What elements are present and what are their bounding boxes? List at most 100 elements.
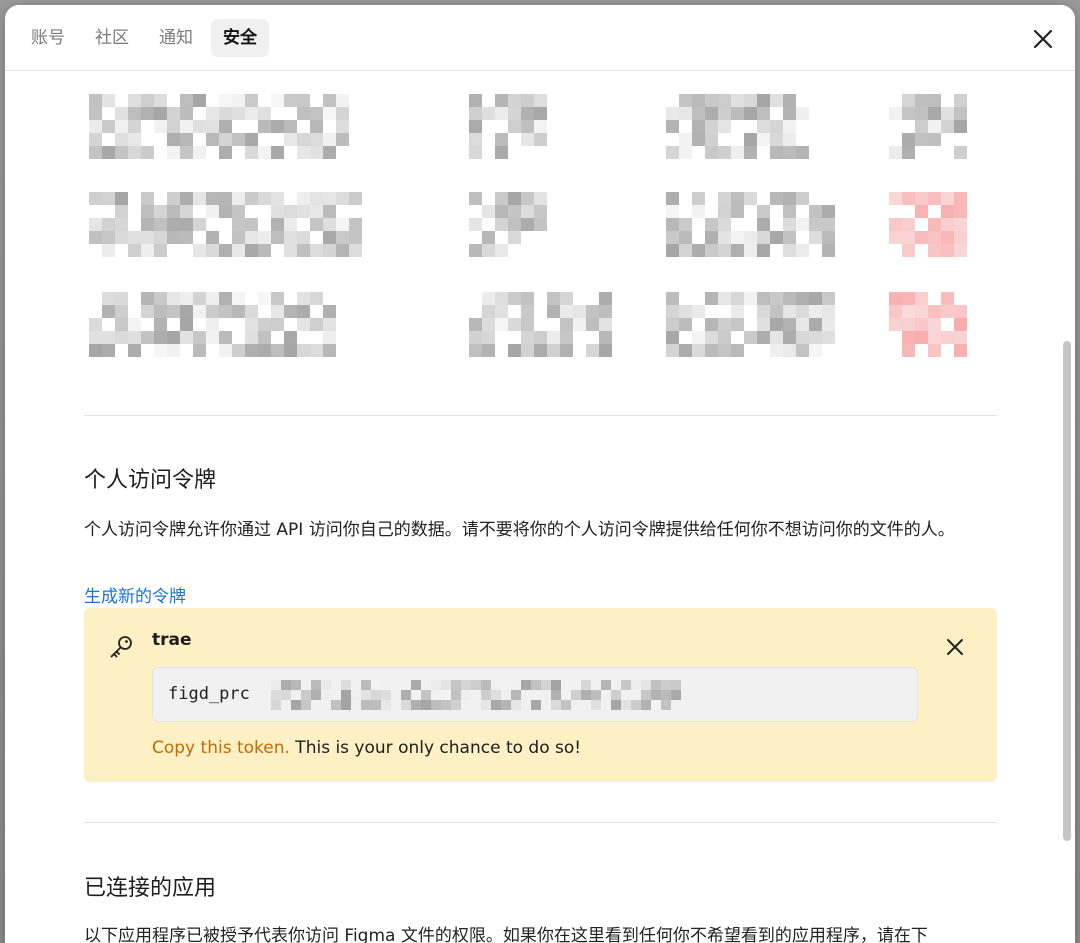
redaction-pixel: [941, 292, 954, 305]
redaction-pixel: [291, 680, 301, 690]
tab-security[interactable]: 安全: [211, 19, 269, 57]
redaction-pixel: [783, 292, 796, 305]
redaction-pixel: [167, 292, 180, 305]
redaction-pixel: [666, 292, 679, 305]
redaction-pixel: [731, 192, 744, 205]
redaction-pixel: [421, 700, 431, 710]
redaction-pixel: [941, 331, 954, 344]
redaction-pixel: [482, 205, 495, 218]
redaction-pixel: [481, 680, 491, 690]
redaction-pixel: [521, 305, 534, 318]
redaction-pixel: [102, 146, 115, 159]
redaction-pixel: [336, 192, 349, 205]
redaction-pixel: [671, 680, 681, 690]
redaction-pixel: [591, 700, 601, 710]
redaction-pixel: [219, 305, 232, 318]
redaction-pixel: [796, 107, 809, 120]
close-modal-button[interactable]: [1029, 25, 1057, 53]
redaction-pixel: [441, 700, 451, 710]
token-value-field[interactable]: figd_prc: [152, 667, 918, 722]
redaction-pixel: [281, 680, 291, 690]
redaction-pixel: [206, 107, 219, 120]
redaction-pixel: [115, 305, 128, 318]
redaction-pixel: [154, 231, 167, 244]
redaction-pixel: [232, 133, 245, 146]
redaction-pixel: [115, 231, 128, 244]
redaction-pixel: [284, 218, 297, 231]
tab-notifications[interactable]: 通知: [147, 19, 205, 57]
redaction-pixel: [323, 344, 336, 357]
redaction-pixel: [258, 292, 271, 305]
redaction-pixel: [245, 133, 258, 146]
scrollbar[interactable]: [1063, 341, 1071, 841]
tab-community[interactable]: 社区: [83, 19, 141, 57]
redaction-pixel: [621, 700, 631, 710]
redaction-pixel: [757, 218, 770, 231]
redaction-pixel: [336, 94, 349, 107]
redaction-pixel: [531, 700, 541, 710]
redaction-pixel: [889, 318, 902, 331]
redaction-pixel: [731, 94, 744, 107]
redaction-pixel: [271, 700, 281, 710]
redaction-pixel: [560, 331, 573, 344]
redaction-pixel: [154, 120, 167, 133]
redaction-pixel: [281, 690, 291, 700]
token-warning: Copy this token. This is your only chanc…: [152, 738, 581, 758]
redaction-pixel: [193, 305, 206, 318]
redaction-pixel: [757, 305, 770, 318]
redaction-pixel: [809, 218, 822, 231]
redaction-pixel: [757, 318, 770, 331]
redaction-pixel: [323, 231, 336, 244]
redaction-pixel: [822, 244, 835, 257]
redaction-pixel: [534, 205, 547, 218]
redaction-pixel: [679, 94, 692, 107]
redaction-pixel: [323, 331, 336, 344]
redaction-pixel: [128, 344, 141, 357]
redaction-pixel: [941, 231, 954, 244]
redaction-pixel: [310, 107, 323, 120]
redaction-pixel: [757, 205, 770, 218]
key-icon: [110, 636, 132, 658]
redaction-pixel: [258, 318, 271, 331]
redaction-pixel: [666, 120, 679, 133]
redaction-pixel: [822, 231, 835, 244]
redaction-pixel: [511, 700, 521, 710]
redaction-pixel: [128, 133, 141, 146]
redaction-pixel: [534, 331, 547, 344]
redaction-pixel: [915, 94, 928, 107]
redaction-pixel: [770, 344, 783, 357]
redaction-pixel: [469, 133, 482, 146]
tab-account[interactable]: 账号: [19, 19, 77, 57]
generate-token-link[interactable]: 生成新的令牌: [84, 582, 186, 607]
redaction-pixel: [154, 292, 167, 305]
redaction-pixel: [128, 146, 141, 159]
redaction-pixel: [115, 107, 128, 120]
redaction-pixel: [102, 331, 115, 344]
redaction-pixel: [284, 305, 297, 318]
redaction-pixel: [679, 133, 692, 146]
redaction-pixel: [323, 305, 336, 318]
personal-tokens-description: 个人访问令牌允许你通过 API 访问你自己的数据。请不要将你的个人访问令牌提供给…: [84, 520, 955, 540]
redaction-pixel: [651, 700, 661, 710]
redaction-pixel: [692, 192, 705, 205]
redaction-pixel: [284, 244, 297, 257]
dismiss-token-button[interactable]: [942, 634, 968, 660]
redaction-pixel: [941, 107, 954, 120]
redaction-pixel: [232, 305, 245, 318]
redaction-pixel: [501, 690, 511, 700]
redaction-pixel: [551, 680, 561, 690]
redaction-pixel: [271, 292, 284, 305]
redaction-pixel: [451, 700, 461, 710]
redacted-text: [469, 94, 549, 160]
redaction-pixel: [599, 292, 612, 305]
redaction-pixel: [809, 305, 822, 318]
redaction-pixel: [954, 231, 967, 244]
redaction-pixel: [180, 231, 193, 244]
redaction-pixel: [193, 94, 206, 107]
redaction-pixel: [770, 146, 783, 159]
redaction-pixel: [349, 192, 362, 205]
redaction-pixel: [692, 305, 705, 318]
redaction-pixel: [495, 218, 508, 231]
redaction-pixel: [469, 192, 482, 205]
redacted-text: [89, 192, 369, 258]
